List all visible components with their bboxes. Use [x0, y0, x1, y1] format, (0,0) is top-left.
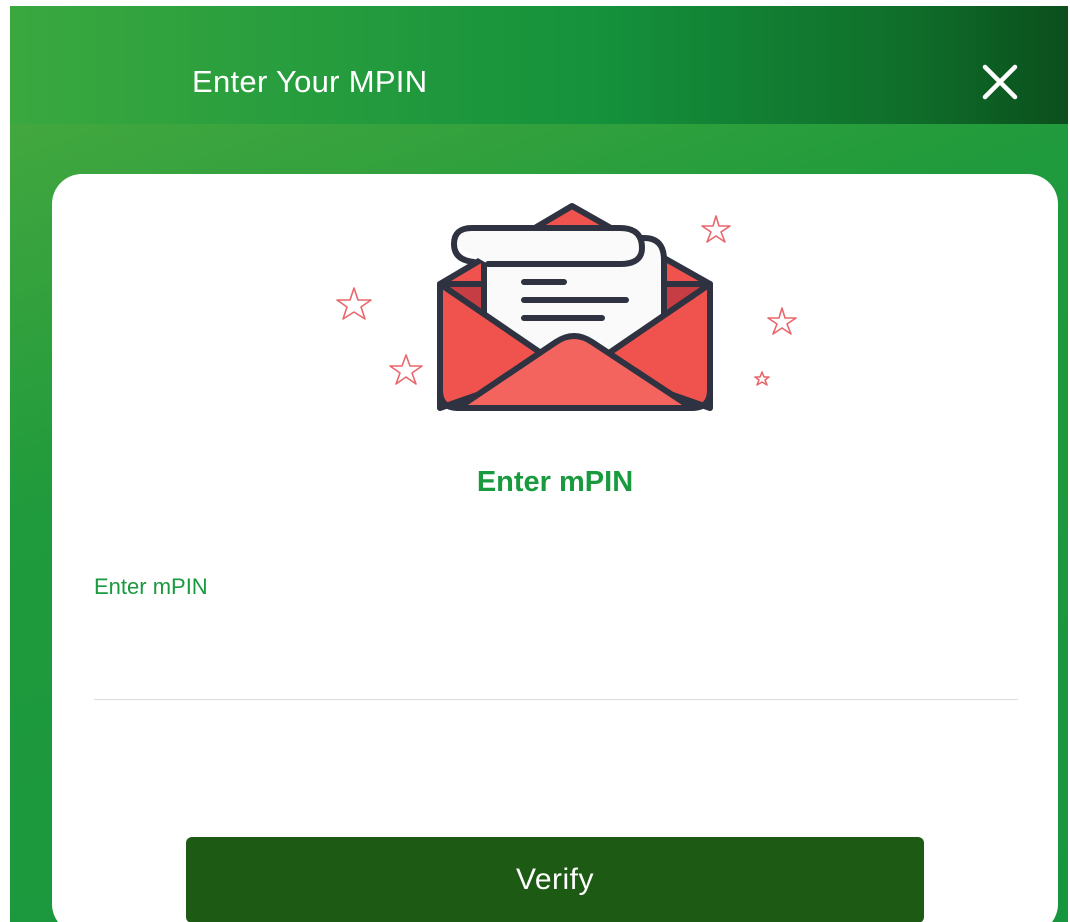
star-icon	[389, 354, 423, 385]
close-icon	[982, 64, 1018, 100]
mpin-screen: Enter Your MPIN Enter mPIN Enter mPIN Ve…	[10, 6, 1068, 922]
header-title: Enter Your MPIN	[192, 64, 428, 99]
mpin-field-label: Enter mPIN	[94, 574, 208, 599]
close-button[interactable]	[976, 58, 1024, 106]
star-icon	[701, 215, 731, 243]
star-icon	[767, 307, 797, 335]
verify-button[interactable]: Verify	[186, 837, 924, 922]
open-envelope-letter-icon	[336, 203, 797, 411]
header-bar: Enter Your MPIN	[10, 6, 1068, 124]
card-title: Enter mPIN	[476, 466, 634, 498]
star-icon	[336, 287, 372, 320]
mpin-input-underline	[94, 699, 1018, 700]
star-icon	[754, 371, 770, 386]
mpin-input[interactable]	[94, 614, 1022, 670]
mpin-card: Enter mPIN Enter mPIN Verify	[52, 174, 1058, 922]
